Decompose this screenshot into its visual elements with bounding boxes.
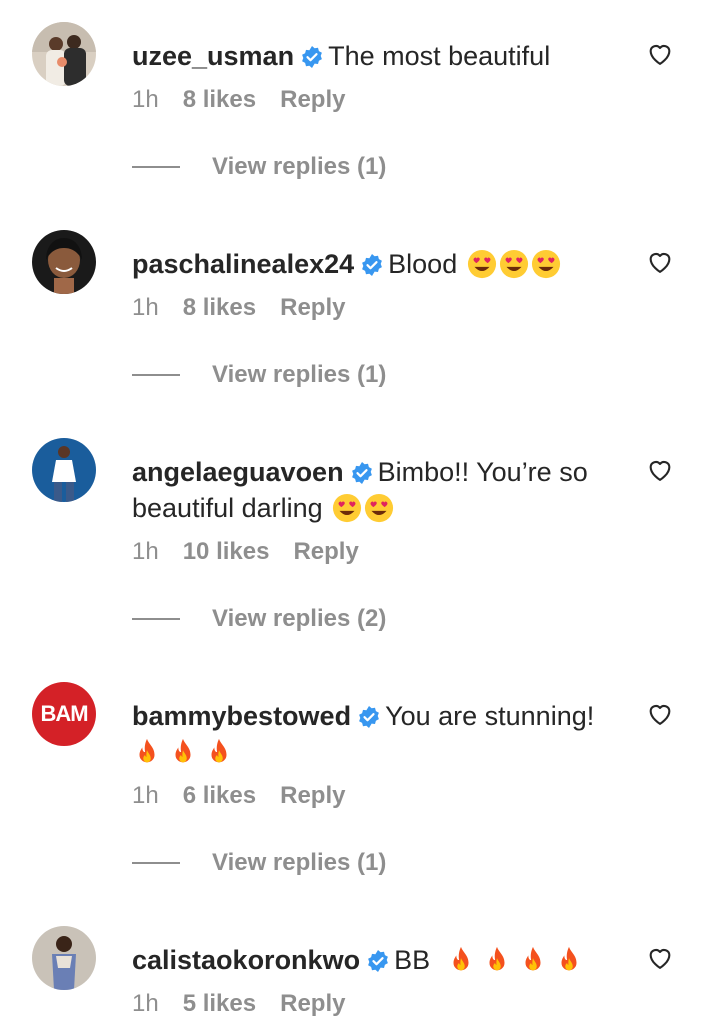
avatar-logo-text: BAM xyxy=(40,701,88,726)
comment-username[interactable]: bammybestowed xyxy=(132,701,351,731)
comment-username[interactable]: calistaokoronkwo xyxy=(132,945,360,975)
comment-text: angelaeguavoen Bimbo!! You’re so beautifu… xyxy=(132,454,622,526)
verified-badge-icon xyxy=(362,254,383,276)
divider-line xyxy=(132,374,180,376)
likes-count[interactable]: 8 likes xyxy=(183,294,256,322)
heart-outline-icon[interactable] xyxy=(646,700,674,728)
divider-line xyxy=(132,618,180,620)
reply-button[interactable]: Reply xyxy=(280,86,345,114)
comment-time: 1h xyxy=(132,782,159,809)
verified-badge-icon xyxy=(351,462,372,484)
heart-eyes-emoji xyxy=(365,493,394,523)
heart-eyes-emoji xyxy=(499,249,528,279)
verified-badge-icon xyxy=(359,706,379,728)
heart-outline-icon[interactable] xyxy=(646,248,674,276)
comment-message: You are stunning! xyxy=(385,701,595,731)
comment-meta: 1h 8 likes Reply xyxy=(132,294,345,322)
heart-outline-icon[interactable] xyxy=(646,456,674,484)
heart-eyes-emoji xyxy=(333,493,362,523)
divider-line xyxy=(132,862,180,864)
avatar-photo xyxy=(32,926,96,990)
likes-count[interactable]: 6 likes xyxy=(183,782,256,810)
avatar[interactable] xyxy=(32,926,96,990)
view-replies-button[interactable]: View replies (2) xyxy=(132,605,386,633)
reply-button[interactable]: Reply xyxy=(280,990,345,1018)
comment-message: BB xyxy=(394,945,431,975)
comment-time: 1h xyxy=(132,86,159,113)
view-replies-button[interactable]: View replies (1) xyxy=(132,361,386,389)
comment-time: 1h xyxy=(132,538,159,565)
comment-username[interactable]: uzee_usman xyxy=(132,41,294,71)
heart-eyes-emoji xyxy=(531,249,560,279)
avatar[interactable] xyxy=(32,22,96,86)
comment-text: bammybestowed You are stunning! xyxy=(132,698,622,770)
heart-outline-icon[interactable] xyxy=(646,40,674,68)
view-replies-label: View replies (2) xyxy=(212,605,387,632)
verified-badge-icon xyxy=(302,46,322,68)
avatar[interactable] xyxy=(32,438,96,502)
comment-time: 1h xyxy=(132,990,159,1017)
comment-message: Blood xyxy=(388,249,458,279)
comment-meta: 1h 6 likes Reply xyxy=(132,782,345,810)
comment-text: paschalinealex24 Blood xyxy=(132,246,622,282)
divider-line xyxy=(132,166,180,168)
comment-meta: 1h 10 likes Reply xyxy=(132,538,359,566)
likes-count[interactable]: 5 likes xyxy=(183,990,256,1018)
avatar-photo xyxy=(32,22,96,86)
avatar-photo xyxy=(32,230,96,294)
comment-username[interactable]: paschalinealex24 xyxy=(132,249,354,279)
verified-badge-icon xyxy=(368,950,388,972)
likes-count[interactable]: 10 likes xyxy=(183,538,270,566)
heart-eyes-emoji xyxy=(467,249,496,279)
view-replies-button[interactable]: View replies (1) xyxy=(132,153,386,181)
comment-text: calistaokoronkwo BB xyxy=(132,942,622,978)
fire-emoji xyxy=(175,738,191,763)
reply-button[interactable]: Reply xyxy=(280,294,345,322)
fire-emoji xyxy=(211,738,227,763)
view-replies-label: View replies (1) xyxy=(212,153,387,180)
fire-emoji xyxy=(453,946,469,971)
heart-outline-icon[interactable] xyxy=(646,944,674,972)
avatar[interactable]: BAM xyxy=(32,682,96,746)
comment-meta: 1h 5 likes Reply xyxy=(132,990,345,1018)
avatar[interactable] xyxy=(32,230,96,294)
fire-emoji xyxy=(561,946,577,971)
comment-message: The most beautiful xyxy=(328,41,551,71)
reply-button[interactable]: Reply xyxy=(280,782,345,810)
view-replies-button[interactable]: View replies (1) xyxy=(132,849,386,877)
likes-count[interactable]: 8 likes xyxy=(183,86,256,114)
comment-username[interactable]: angelaeguavoen xyxy=(132,457,344,487)
fire-emoji xyxy=(139,738,155,763)
fire-emoji xyxy=(489,946,505,971)
fire-emoji xyxy=(525,946,541,971)
view-replies-label: View replies (1) xyxy=(212,361,387,388)
comment-meta: 1h 8 likes Reply xyxy=(132,86,345,114)
view-replies-label: View replies (1) xyxy=(212,849,387,876)
comment-text: uzee_usman The most beautiful xyxy=(132,38,622,74)
avatar-photo xyxy=(32,438,96,502)
comment-time: 1h xyxy=(132,294,159,321)
reply-button[interactable]: Reply xyxy=(293,538,358,566)
